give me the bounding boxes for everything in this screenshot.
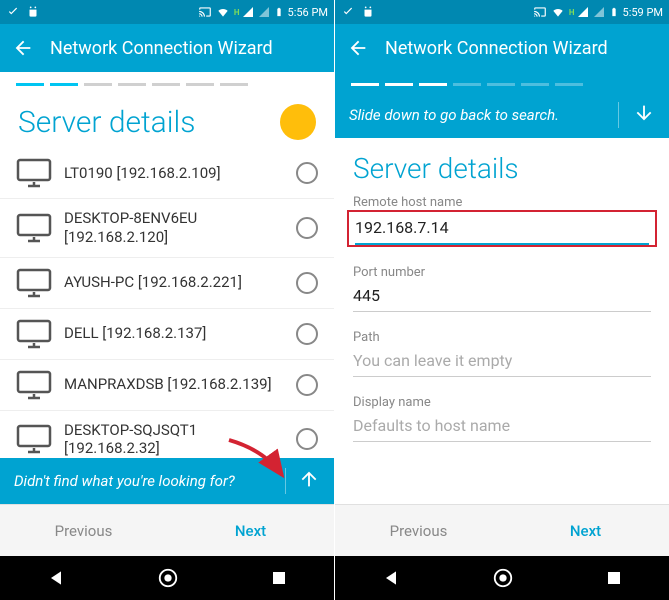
list-item[interactable]: DESKTOP-SQJSQT1 [192.168.2.32]: [0, 411, 334, 459]
page-title: Network Connection Wizard: [50, 38, 273, 59]
cast-icon: [533, 5, 547, 19]
monitor-icon: [16, 424, 52, 454]
android-nav-bar: [335, 556, 669, 600]
port-input[interactable]: 445: [353, 286, 651, 312]
nav-back-icon[interactable]: [381, 568, 401, 588]
path-field[interactable]: Path You can leave it empty: [353, 330, 651, 377]
monitor-icon: [16, 319, 52, 349]
signal-icon: [242, 6, 254, 18]
field-label: Port number: [353, 265, 651, 280]
battery-icon: [609, 5, 619, 19]
section-heading: Server details: [335, 138, 669, 195]
host-input[interactable]: 192.168.7.14: [355, 218, 649, 245]
nav-back-icon[interactable]: [46, 568, 66, 588]
bottom-nav: Previous Next: [0, 504, 334, 556]
back-button[interactable]: [347, 37, 369, 59]
server-label: LT0190 [192.168.2.109]: [64, 164, 284, 183]
field-label: Path: [353, 330, 651, 345]
checkmark-icon: [6, 5, 20, 19]
phone-right: H 5:59 PM Network Connection Wizard Slid…: [335, 0, 669, 600]
server-label: DELL [192.168.2.137]: [64, 324, 284, 343]
nav-home-icon[interactable]: [492, 567, 514, 589]
status-bar: H 5:56 PM: [0, 0, 334, 24]
android-icon: [361, 5, 375, 19]
signal-icon: [593, 6, 605, 18]
status-bar: H 5:59 PM: [335, 0, 669, 24]
app-bar: Network Connection Wizard: [335, 24, 669, 72]
monitor-icon: [16, 370, 52, 400]
previous-button[interactable]: Previous: [335, 505, 502, 556]
step-indicator: [0, 72, 334, 92]
back-button[interactable]: [12, 37, 34, 59]
bottom-nav: Previous Next: [335, 504, 669, 556]
section-heading: Server details: [18, 105, 195, 140]
battery-icon: [274, 5, 284, 19]
monitor-icon: [16, 213, 52, 243]
checkmark-icon: [341, 5, 355, 19]
signal-icon: [577, 6, 589, 18]
previous-button[interactable]: Previous: [0, 505, 167, 556]
port-field[interactable]: Port number 445: [353, 265, 651, 312]
signal-icon: [258, 6, 270, 18]
field-label: Display name: [353, 395, 651, 410]
phone-left: H 5:56 PM Network Connection Wizard Serv…: [0, 0, 334, 600]
wifi-icon: [216, 5, 230, 19]
server-label: MANPRAXDSB [192.168.2.139]: [64, 375, 284, 394]
radio-button[interactable]: [296, 323, 318, 345]
android-nav-bar: [0, 556, 334, 600]
server-label: DESKTOP-8ENV6EU [192.168.2.120]: [64, 209, 284, 247]
android-icon: [26, 5, 40, 19]
field-label: Remote host name: [353, 195, 651, 210]
list-item[interactable]: DELL [192.168.2.137]: [0, 309, 334, 360]
display-name-input[interactable]: Defaults to host name: [353, 416, 651, 442]
clock: 5:59 PM: [623, 6, 663, 19]
hint-bar[interactable]: Slide down to go back to search.: [335, 92, 669, 138]
fab-button[interactable]: [280, 104, 316, 140]
nav-recent-icon[interactable]: [270, 569, 288, 587]
hint-bar[interactable]: Didn't find what you're looking for?: [0, 458, 334, 504]
arrow-up-icon[interactable]: [285, 468, 320, 494]
list-item[interactable]: DESKTOP-8ENV6EU [192.168.2.120]: [0, 199, 334, 258]
next-button[interactable]: Next: [167, 505, 334, 556]
cast-icon: [198, 5, 212, 19]
radio-button[interactable]: [296, 272, 318, 294]
radio-button[interactable]: [296, 162, 318, 184]
monitor-icon: [16, 268, 52, 298]
list-item[interactable]: LT0190 [192.168.2.109]: [0, 148, 334, 199]
next-button[interactable]: Next: [502, 505, 669, 556]
app-bar: Network Connection Wizard: [0, 24, 334, 72]
server-label: AYUSH-PC [192.168.2.221]: [64, 273, 284, 292]
arrow-left-icon: [12, 37, 34, 59]
server-label: DESKTOP-SQJSQT1 [192.168.2.32]: [64, 421, 284, 459]
page-title: Network Connection Wizard: [385, 38, 608, 59]
path-input[interactable]: You can leave it empty: [353, 351, 651, 377]
radio-button[interactable]: [296, 217, 318, 239]
host-field[interactable]: Remote host name 192.168.7.14: [353, 195, 651, 247]
list-item[interactable]: MANPRAXDSB [192.168.2.139]: [0, 360, 334, 411]
hint-text: Didn't find what you're looking for?: [14, 472, 235, 490]
step-indicator: [335, 72, 669, 92]
monitor-icon: [16, 158, 52, 188]
nav-recent-icon[interactable]: [605, 569, 623, 587]
clock: 5:56 PM: [288, 6, 328, 19]
arrow-down-icon[interactable]: [618, 102, 655, 128]
radio-button[interactable]: [296, 428, 318, 450]
list-item[interactable]: AYUSH-PC [192.168.2.221]: [0, 258, 334, 309]
form: Remote host name 192.168.7.14 Port numbe…: [335, 195, 669, 504]
radio-button[interactable]: [296, 374, 318, 396]
arrow-left-icon: [347, 37, 369, 59]
hint-text: Slide down to go back to search.: [349, 106, 559, 124]
display-name-field[interactable]: Display name Defaults to host name: [353, 395, 651, 442]
wifi-icon: [551, 5, 565, 19]
server-list[interactable]: LT0190 [192.168.2.109] DESKTOP-8ENV6EU […: [0, 148, 334, 458]
nav-home-icon[interactable]: [157, 567, 179, 589]
